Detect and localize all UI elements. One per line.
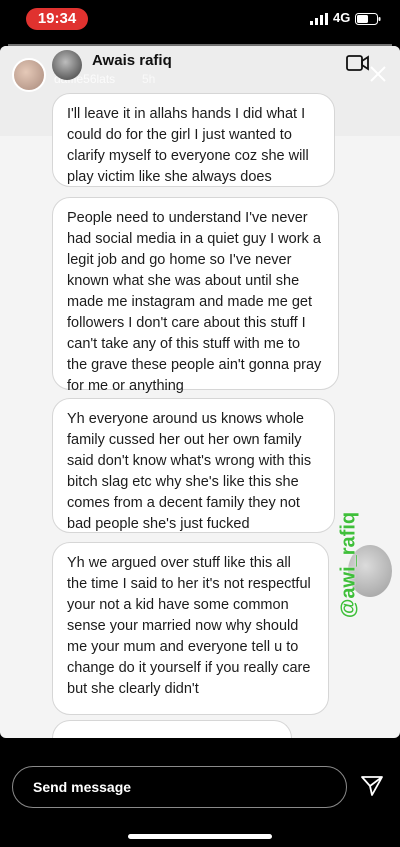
status-time: 19:34 [26, 8, 88, 30]
status-bar: 19:34 4G [0, 0, 400, 42]
watermark-text: @awi_rafiq [337, 511, 360, 619]
close-icon[interactable] [368, 64, 388, 84]
network-label: 4G [333, 10, 351, 25]
send-message-input[interactable]: Send message [12, 766, 347, 808]
story-frame[interactable]: daffie56lats 5h Awais rafiq I'll leave i… [0, 46, 400, 738]
paper-plane-icon[interactable] [360, 774, 384, 798]
message-bubble-partial [52, 720, 292, 738]
battery-icon [355, 13, 381, 25]
watermark: @awi_rafiq [334, 490, 364, 640]
message-bubble: Yh we argued over stuff like this all th… [52, 542, 329, 715]
message-bubble: Yh everyone around us knows whole family… [52, 398, 335, 533]
message-bubble: I'll leave it in allahs hands I did what… [52, 93, 335, 187]
video-camera-icon [346, 55, 369, 71]
contact-name: Awais rafiq [92, 52, 172, 69]
signal-icon [310, 13, 328, 25]
story-time-ago: 5h [142, 72, 156, 86]
story-avatar[interactable] [12, 58, 46, 92]
message-bubble: People need to understand I've never had… [52, 197, 339, 394]
home-indicator [128, 834, 272, 839]
contact-avatar [52, 50, 82, 80]
